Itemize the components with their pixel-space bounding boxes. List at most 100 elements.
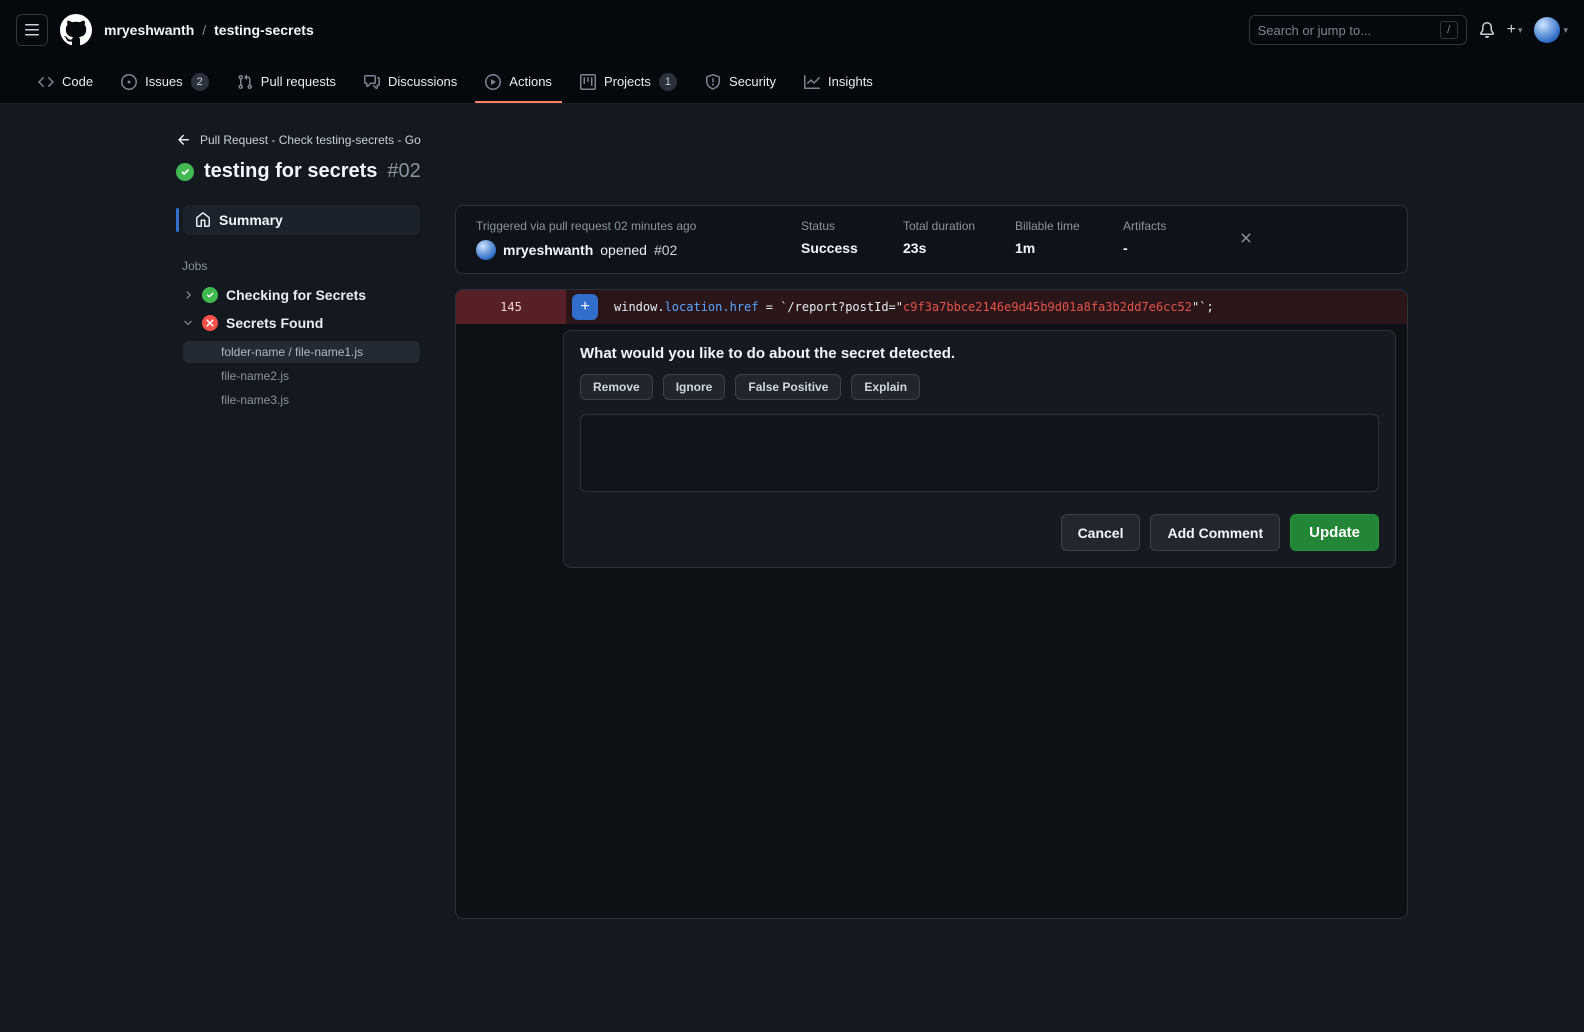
comment-discussion-icon	[363, 74, 380, 89]
tab-label: Projects	[603, 74, 651, 89]
run-success-icon	[176, 162, 194, 181]
main-content: Pull Request - Check testing-secrets - G…	[0, 104, 1584, 1032]
repo-breadcrumb: mryeshwanth / testing-secrets	[104, 22, 314, 38]
back-arrow-icon[interactable]	[176, 132, 192, 148]
author-row: mryeshwanth opened #02	[476, 240, 769, 260]
file-item[interactable]: folder-name / file-name1.js	[183, 341, 420, 363]
trigger-block: Triggered via pull request 02 minutes ag…	[476, 219, 769, 260]
line-number: 145	[456, 290, 566, 324]
add-comment-button[interactable]: Add Comment	[1150, 514, 1281, 551]
tab-label: Insights	[828, 74, 873, 89]
tab-security[interactable]: Security	[695, 60, 786, 103]
job-success-icon	[202, 287, 218, 303]
stat-label: Artifacts	[1123, 219, 1167, 233]
search-box[interactable]: /	[1248, 15, 1467, 45]
secret-action-dialog: What would you like to do about the secr…	[563, 330, 1396, 568]
tab-label: Actions	[509, 74, 552, 89]
false-positive-button[interactable]: False Positive	[735, 374, 842, 400]
explain-button[interactable]: Explain	[851, 374, 921, 400]
stat-status: Status Success	[801, 219, 871, 256]
projects-count-badge: 1	[658, 72, 678, 91]
run-main-column: Triggered via pull request 02 minutes ag…	[455, 205, 1408, 919]
tab-discussions[interactable]: Discussions	[354, 60, 467, 103]
bell-icon	[1479, 22, 1494, 38]
workflow-breadcrumb-label[interactable]: Pull Request - Check testing-secrets - G…	[200, 133, 421, 147]
tab-code[interactable]: Code	[28, 60, 103, 103]
tab-label: Code	[62, 74, 94, 89]
log-panel: 145 + window.location.href = `/report?po…	[455, 289, 1408, 919]
home-icon	[196, 212, 210, 227]
stat-label: Billable time	[1015, 219, 1080, 233]
cancel-button[interactable]: Cancel	[1060, 514, 1141, 551]
search-input[interactable]	[1257, 22, 1434, 38]
github-actions-page: mryeshwanth / testing-secrets / +▾ ▾ Cod…	[0, 0, 1584, 1032]
summary-wrap: Summary	[176, 205, 420, 235]
run-layout: Summary Jobs Checking for Secrets Secret…	[176, 205, 1408, 919]
file-item[interactable]: file-name3.js	[183, 389, 420, 411]
run-sidebar: Summary Jobs Checking for Secrets Secret…	[176, 205, 420, 413]
dialog-footer: Cancel Add Comment Update	[580, 514, 1379, 551]
add-line-comment-button[interactable]: +	[572, 294, 598, 320]
code-line: window.location.href = `/report?postId="…	[614, 300, 1214, 314]
stat-value: 23s	[903, 240, 927, 256]
code-object: window.	[614, 300, 665, 314]
file-item[interactable]: file-name2.js	[183, 365, 420, 387]
repo-link[interactable]: testing-secrets	[214, 22, 314, 38]
job-name: Checking for Secrets	[226, 287, 367, 303]
dialog-title: What would you like to do about the secr…	[580, 345, 956, 362]
global-nav-menu-button[interactable]	[16, 14, 48, 46]
run-title-row: testing for secrets #02	[176, 160, 1408, 183]
caret-down-icon: ▾	[1563, 24, 1568, 35]
three-bars-icon	[25, 24, 39, 36]
stat-label: Total duration	[903, 219, 976, 233]
comment-textarea[interactable]	[580, 414, 1379, 492]
stat-total-duration: Total duration 23s	[903, 219, 983, 256]
jobs-heading: Jobs	[182, 259, 208, 273]
header: mryeshwanth / testing-secrets / +▾ ▾	[0, 0, 1584, 60]
job-checking-for-secrets[interactable]: Checking for Secrets	[176, 281, 420, 309]
issue-opened-icon	[121, 73, 138, 90]
summary-label: Summary	[219, 212, 283, 228]
run-summary-card: Triggered via pull request 02 minutes ag…	[455, 205, 1408, 274]
user-menu-button[interactable]: ▾	[1534, 17, 1568, 43]
play-icon	[485, 73, 502, 90]
tab-actions[interactable]: Actions	[475, 60, 562, 103]
github-mark-icon	[60, 14, 92, 46]
author-avatar	[476, 240, 496, 260]
tab-label: Security	[729, 74, 776, 89]
close-button[interactable]	[1238, 230, 1254, 249]
repo-nav: Code Issues 2 Pull requests Discussions …	[0, 60, 1584, 104]
close-icon	[1241, 233, 1251, 243]
author-name[interactable]: mryeshwanth	[503, 242, 593, 258]
graph-icon	[804, 74, 820, 89]
avatar	[1534, 17, 1561, 43]
shield-icon	[706, 73, 721, 90]
stat-value: 1m	[1015, 240, 1036, 256]
create-new-button[interactable]: + ▾	[1507, 21, 1523, 39]
tab-projects[interactable]: Projects 1	[570, 60, 687, 103]
update-button[interactable]: Update	[1290, 514, 1379, 551]
remove-button[interactable]: Remove	[580, 374, 653, 400]
detected-secret: c9f3a7bbce2146e9d45b9d01a8fa3b2dd7e6cc52	[903, 300, 1192, 314]
tab-issues[interactable]: Issues 2	[111, 60, 219, 103]
tab-pull-requests[interactable]: Pull requests	[227, 60, 346, 103]
stat-billable-time: Billable time 1m	[1015, 219, 1091, 256]
stat-value: -	[1123, 240, 1128, 256]
sidebar-item-summary[interactable]: Summary	[183, 205, 420, 235]
code-property: location.href	[664, 300, 759, 314]
pr-number-link[interactable]: #02	[654, 242, 677, 258]
chevron-right-icon[interactable]	[182, 289, 194, 301]
notifications-button[interactable]	[1479, 22, 1495, 38]
job-secrets-found[interactable]: Secrets Found	[176, 309, 420, 337]
chevron-down-icon[interactable]	[182, 317, 194, 329]
code-string-open: `/report?postId="	[780, 300, 904, 314]
tab-insights[interactable]: Insights	[794, 60, 883, 103]
owner-link[interactable]: mryeshwanth	[104, 22, 194, 38]
job-name: Secrets Found	[226, 315, 324, 331]
workflow-breadcrumb: Pull Request - Check testing-secrets - G…	[176, 132, 1408, 148]
github-logo[interactable]	[60, 14, 92, 46]
tab-label: Discussions	[387, 74, 458, 89]
table-icon	[579, 73, 596, 90]
code-string-close: "`;	[1192, 300, 1214, 314]
ignore-button[interactable]: Ignore	[662, 374, 726, 400]
